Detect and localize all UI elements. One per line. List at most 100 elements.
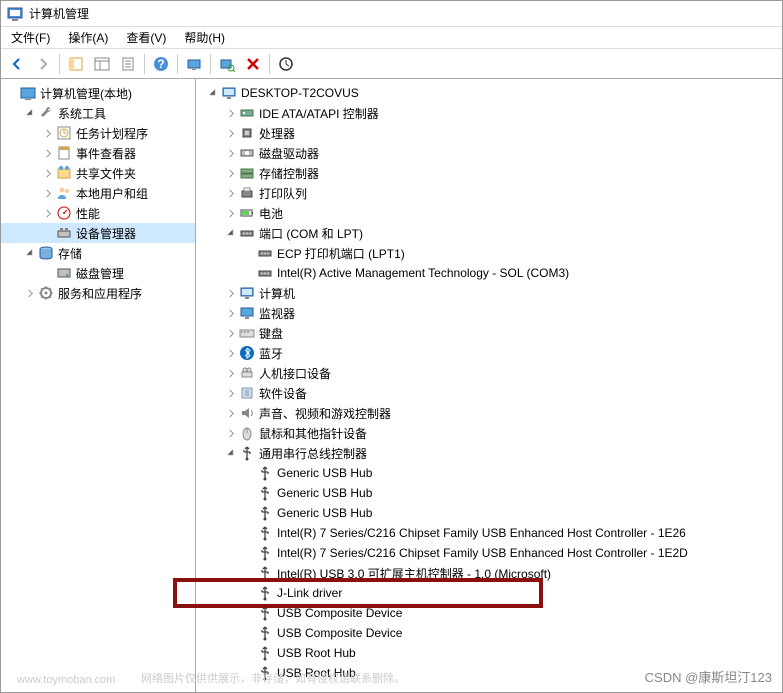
tree-row[interactable]: 通用串行总线控制器 (196, 443, 782, 463)
tree-row[interactable]: Intel(R) 7 Series/C216 Chipset Family US… (196, 523, 782, 543)
properties-button[interactable] (116, 52, 140, 76)
tree-row[interactable]: 计算机 (196, 283, 782, 303)
services-icon (38, 285, 54, 301)
tree-row[interactable]: 人机接口设备 (196, 363, 782, 383)
tree-row[interactable]: 打印队列 (196, 183, 782, 203)
tree-row[interactable]: 性能 (1, 203, 195, 223)
tree-row[interactable]: 软件设备 (196, 383, 782, 403)
expander-icon[interactable] (41, 206, 55, 220)
tree-row[interactable]: ECP 打印机端口 (LPT1) (196, 243, 782, 263)
tree-row[interactable]: 磁盘驱动器 (196, 143, 782, 163)
expander-icon[interactable] (224, 426, 238, 440)
console-tree-button[interactable] (90, 52, 114, 76)
menu-view[interactable]: 查看(V) (118, 27, 174, 48)
spacer (242, 266, 256, 280)
monitor-icon (239, 305, 255, 321)
tree-row[interactable]: 计算机管理(本地) (1, 83, 195, 103)
uninstall-button[interactable] (241, 52, 265, 76)
expander-icon[interactable] (224, 366, 238, 380)
tree-row[interactable]: 监视器 (196, 303, 782, 323)
printq-icon (239, 185, 255, 201)
tree-row[interactable]: Intel(R) Active Management Technology - … (196, 263, 782, 283)
expander-icon[interactable] (41, 126, 55, 140)
show-hidden-button[interactable] (182, 52, 206, 76)
disk-icon (56, 265, 72, 281)
tree-row[interactable]: 存储 (1, 243, 195, 263)
menu-file[interactable]: 文件(F) (3, 27, 58, 48)
expander-icon[interactable] (224, 386, 238, 400)
usb-icon (257, 485, 273, 501)
tree-row[interactable]: USB Composite Device (196, 603, 782, 623)
watermark-url: www.toymoban.com (17, 674, 115, 686)
spacer (242, 246, 256, 260)
expander-icon[interactable] (224, 406, 238, 420)
tree-row[interactable]: 共享文件夹 (1, 163, 195, 183)
add-legacy-button[interactable] (274, 52, 298, 76)
tree-row[interactable]: 磁盘管理 (1, 263, 195, 283)
tree-row[interactable]: Intel(R) 7 Series/C216 Chipset Family US… (196, 543, 782, 563)
expander-icon[interactable] (224, 446, 238, 460)
menu-action[interactable]: 操作(A) (60, 27, 116, 48)
expander-icon[interactable] (224, 306, 238, 320)
task-icon (56, 125, 72, 141)
forward-button[interactable] (31, 52, 55, 76)
tree-row[interactable]: Intel(R) USB 3.0 可扩展主机控制器 - 1.0 (Microso… (196, 563, 782, 583)
users-icon (56, 185, 72, 201)
help-button[interactable]: ? (149, 52, 173, 76)
tree-row[interactable]: 声音、视频和游戏控制器 (196, 403, 782, 423)
left-tree-pane[interactable]: 计算机管理(本地)系统工具任务计划程序事件查看器共享文件夹本地用户和组性能设备管… (1, 79, 196, 692)
tree-row[interactable]: 处理器 (196, 123, 782, 143)
tree-row[interactable]: Generic USB Hub (196, 503, 782, 523)
tree-label: USB Composite Device (277, 626, 402, 640)
tree-row[interactable]: 任务计划程序 (1, 123, 195, 143)
expander-icon[interactable] (224, 206, 238, 220)
expander-icon[interactable] (224, 186, 238, 200)
tree-row[interactable]: 端口 (COM 和 LPT) (196, 223, 782, 243)
tree-label: 软件设备 (259, 385, 307, 402)
expander-icon[interactable] (224, 226, 238, 240)
expander-icon[interactable] (224, 166, 238, 180)
expander-icon[interactable] (224, 286, 238, 300)
tree-label: 存储控制器 (259, 165, 319, 182)
tree-row[interactable]: DESKTOP-T2COVUS (196, 83, 782, 103)
tree-row[interactable]: 系统工具 (1, 103, 195, 123)
tree-label: Generic USB Hub (277, 486, 372, 500)
expander-icon[interactable] (23, 246, 37, 260)
show-hide-tree-button[interactable] (64, 52, 88, 76)
tree-row[interactable]: 蓝牙 (196, 343, 782, 363)
tree-row[interactable]: Generic USB Hub (196, 483, 782, 503)
expander-icon[interactable] (23, 106, 37, 120)
expander-icon[interactable] (23, 286, 37, 300)
expander-icon[interactable] (224, 126, 238, 140)
tree-row[interactable]: 服务和应用程序 (1, 283, 195, 303)
sw-icon (239, 385, 255, 401)
port-icon (239, 225, 255, 241)
tree-row[interactable]: 电池 (196, 203, 782, 223)
tree-row[interactable]: USB Composite Device (196, 623, 782, 643)
tree-row[interactable]: 事件查看器 (1, 143, 195, 163)
expander-icon[interactable] (224, 346, 238, 360)
tree-row[interactable]: Generic USB Hub (196, 463, 782, 483)
expander-icon[interactable] (206, 86, 220, 100)
tree-row[interactable]: USB Root Hub (196, 643, 782, 663)
back-button[interactable] (5, 52, 29, 76)
device-tree-pane[interactable]: DESKTOP-T2COVUSIDE ATA/ATAPI 控制器处理器磁盘驱动器… (196, 79, 782, 692)
share-icon (56, 165, 72, 181)
tree-row[interactable]: 设备管理器 (1, 223, 195, 243)
device-icon (56, 225, 72, 241)
scan-hardware-button[interactable] (215, 52, 239, 76)
expander-icon[interactable] (224, 106, 238, 120)
tree-row[interactable]: J-Link driver (196, 583, 782, 603)
tree-row[interactable]: IDE ATA/ATAPI 控制器 (196, 103, 782, 123)
expander-icon[interactable] (41, 146, 55, 160)
tree-row[interactable]: 存储控制器 (196, 163, 782, 183)
expander-icon[interactable] (41, 166, 55, 180)
port-icon (257, 265, 273, 281)
expander-icon[interactable] (224, 326, 238, 340)
expander-icon[interactable] (41, 186, 55, 200)
tree-row[interactable]: 鼠标和其他指针设备 (196, 423, 782, 443)
menu-help[interactable]: 帮助(H) (176, 27, 233, 48)
expander-icon[interactable] (224, 146, 238, 160)
tree-row[interactable]: 键盘 (196, 323, 782, 343)
tree-row[interactable]: 本地用户和组 (1, 183, 195, 203)
